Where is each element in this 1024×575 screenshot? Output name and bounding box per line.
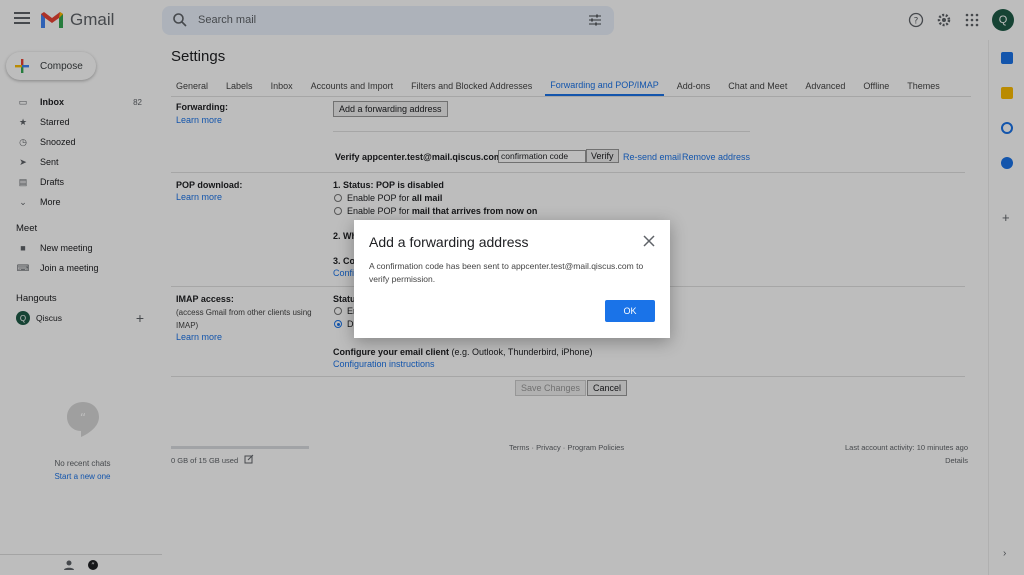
ok-button[interactable]: OK — [605, 300, 655, 322]
dialog-message: A confirmation code has been sent to app… — [369, 261, 644, 284]
dialog-title: Add a forwarding address — [369, 234, 529, 250]
forwarding-dialog: Add a forwarding address A confirmation … — [354, 220, 670, 338]
close-icon[interactable] — [642, 234, 656, 248]
